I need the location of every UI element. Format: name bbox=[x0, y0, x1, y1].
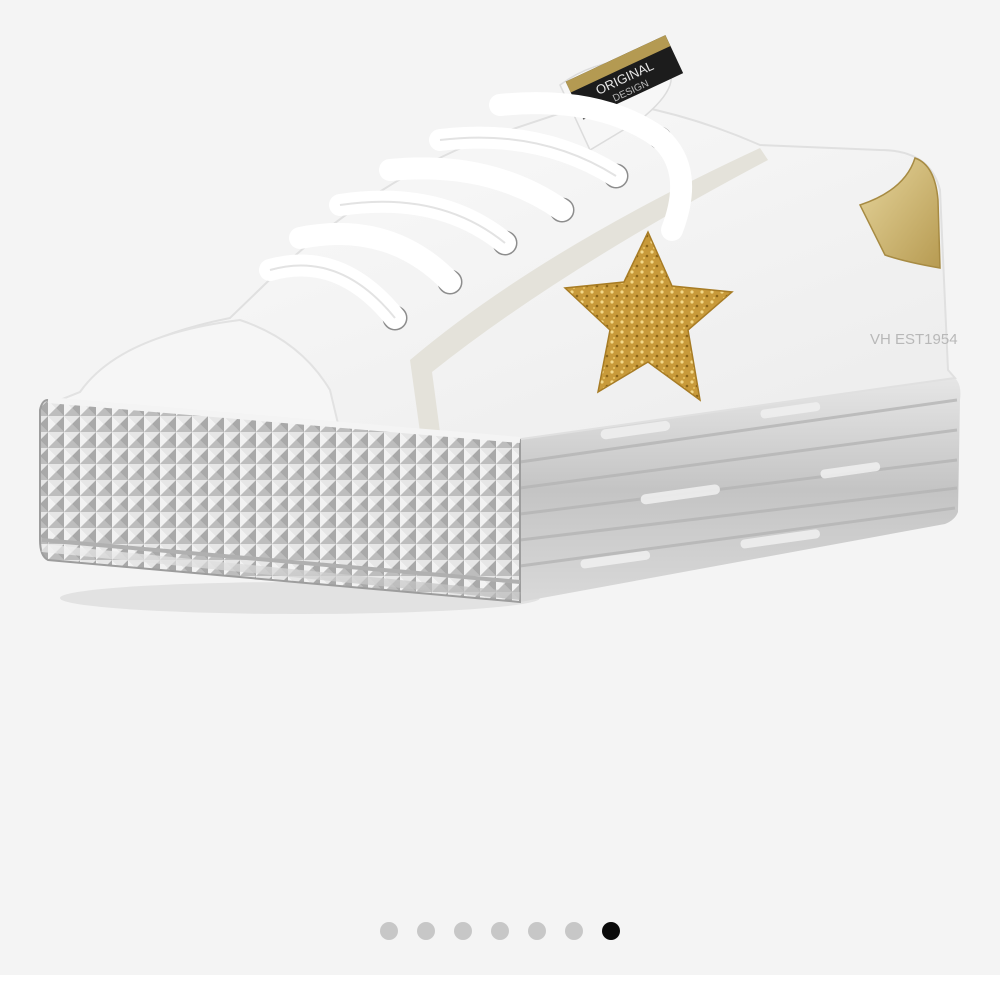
carousel-dot-5[interactable] bbox=[528, 922, 546, 940]
carousel-dot-3[interactable] bbox=[454, 922, 472, 940]
carousel-dot-1[interactable] bbox=[380, 922, 398, 940]
carousel-dot-4[interactable] bbox=[491, 922, 509, 940]
carousel-pagination bbox=[0, 921, 1000, 941]
bottom-bar bbox=[0, 975, 1000, 1000]
product-image-gallery[interactable]: ORIGINAL DESIGN VH EST1954 bbox=[0, 0, 1000, 975]
heel-print-text: VH EST1954 bbox=[870, 331, 958, 348]
carousel-dot-7[interactable] bbox=[602, 922, 620, 940]
product-image[interactable]: ORIGINAL DESIGN VH EST1954 bbox=[0, 0, 1000, 900]
carousel-dot-2[interactable] bbox=[417, 922, 435, 940]
carousel-dot-6[interactable] bbox=[565, 922, 583, 940]
